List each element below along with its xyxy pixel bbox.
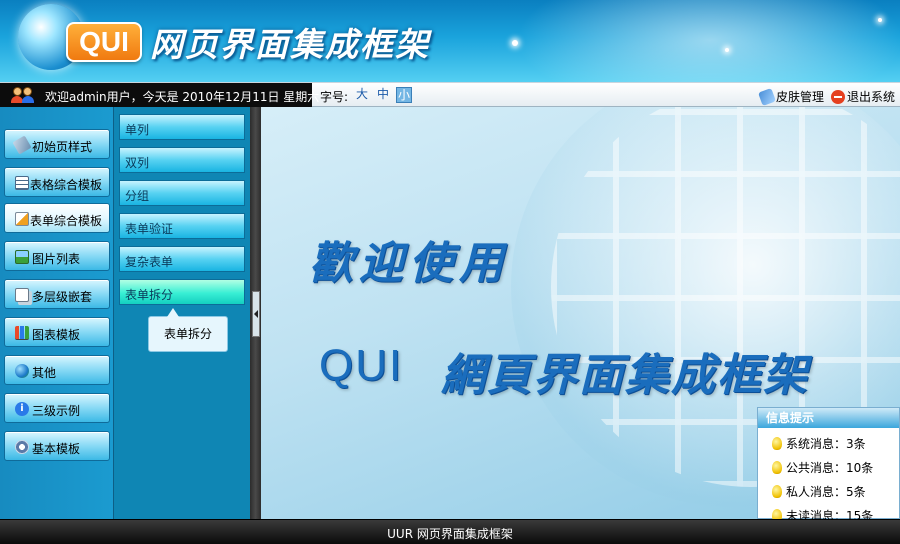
welcome-heading: 歡迎使用 [309,238,509,289]
font-size-medium[interactable]: 中 [375,87,391,103]
lightbulb-icon [772,485,782,498]
sub-item-double-column[interactable]: 双列 [119,147,245,173]
info-item-label: 私人消息：5条 [786,485,866,499]
form-edit-icon [15,212,29,226]
sub-item-form-split[interactable]: 表单拆分 [119,279,245,305]
nav-item-label: 三级示例 [32,404,81,418]
info-item-system[interactable]: 系统消息：3条 [772,435,866,452]
sub-item-single-column[interactable]: 单列 [119,114,245,140]
top-toolbar: 欢迎admin用户，今天是 2010年12月11日 星期六 字号: 大 中 小 … [0,82,900,107]
font-size-small[interactable]: 小 [396,87,412,103]
info-item-label: 系统消息：3条 [786,437,866,451]
info-icon: i [15,402,29,416]
skin-link-label: 皮肤管理 [776,90,825,104]
nav-item-label: 其他 [32,366,57,380]
sub-item-label: 分组 [125,189,150,203]
footer: UUR 网页界面集成框架 [0,519,900,544]
header-banner: QUI 网页界面集成框架 [0,0,900,82]
nav-item-form-template[interactable]: 表单综合模板 [4,203,110,233]
nav-item-label: 表格综合模板 [30,178,103,192]
skin-icon [758,88,776,106]
collapse-handle[interactable] [252,291,260,337]
sparkle-icon [878,18,882,22]
sparkle-icon [725,48,729,52]
banner-glow [500,0,900,82]
sparkle-icon [512,40,518,46]
nav-item-label: 图表模板 [32,328,81,342]
tooltip: 表单拆分 [148,308,228,352]
sub-item-group[interactable]: 分组 [119,180,245,206]
nav-item-other[interactable]: 其他 [4,355,110,385]
app-title: 网页界面集成框架 [150,25,430,64]
info-panel: 信息提示 系统消息：3条 公共消息：10条 私人消息：5条 未读消息：15条 [757,407,900,523]
nav-item-chart-template[interactable]: 图表模板 [4,317,110,347]
sub-item-label: 单列 [125,123,150,137]
panel-splitter[interactable] [250,107,261,519]
nested-pages-icon [15,288,29,302]
info-panel-title: 信息提示 [758,408,899,428]
sub-item-label: 表单拆分 [125,288,174,302]
sub-item-complex-form[interactable]: 复杂表单 [119,246,245,272]
lightbulb-icon [772,437,782,450]
logout-link[interactable]: 退出系统 [831,88,895,105]
info-item-label: 公共消息：10条 [786,461,874,475]
lightbulb-icon [772,461,782,474]
product-prefix: QUI [319,341,404,390]
info-item-private[interactable]: 私人消息：5条 [772,483,866,500]
nav-item-basic-template[interactable]: 基本模板 [4,431,110,461]
nav-item-initial-page[interactable]: 初始页样式 [4,129,110,159]
product-title: 網頁界面集成框架 [441,350,809,401]
nav-item-three-level[interactable]: i 三级示例 [4,393,110,423]
image-icon [15,250,29,264]
left-navigation: 初始页样式 表格综合模板 表单综合模板 图片列表 多层级嵌套 图表模板 其他 i… [0,107,113,519]
font-size-large[interactable]: 大 [354,87,370,103]
sub-item-label: 表单验证 [125,222,174,236]
sub-navigation: 单列 双列 分组 表单验证 复杂表单 表单拆分 [113,107,250,519]
logout-link-label: 退出系统 [847,90,896,104]
logout-icon [831,90,845,104]
nav-item-label: 基本模板 [32,442,81,456]
nav-item-label: 图片列表 [32,252,81,266]
table-icon [15,176,29,190]
tag-icon [12,135,32,155]
sub-item-label: 双列 [125,156,150,170]
skin-manage-link[interactable]: 皮肤管理 [758,88,825,106]
nav-item-nested[interactable]: 多层级嵌套 [4,279,110,309]
font-size-label: 字号: [320,90,349,104]
sub-item-form-validation[interactable]: 表单验证 [119,213,245,239]
welcome-text: 欢迎admin用户，今天是 2010年12月11日 星期六 [45,90,320,104]
globe-icon [15,364,29,378]
sub-item-label: 复杂表单 [125,255,174,269]
welcome-area: 欢迎admin用户，今天是 2010年12月11日 星期六 [0,83,319,107]
logo: QUI [66,22,142,62]
nav-item-label: 初始页样式 [32,140,93,154]
info-item-public[interactable]: 公共消息：10条 [772,459,873,476]
nav-item-image-list[interactable]: 图片列表 [4,241,110,271]
nav-item-label: 表单综合模板 [30,214,103,228]
footer-text: UUR 网页界面集成框架 [387,527,513,541]
gear-icon [15,440,29,454]
nav-item-label: 多层级嵌套 [32,290,93,304]
nav-item-table-template[interactable]: 表格综合模板 [4,167,110,197]
users-icon [11,87,37,103]
bar-chart-icon [15,326,29,340]
